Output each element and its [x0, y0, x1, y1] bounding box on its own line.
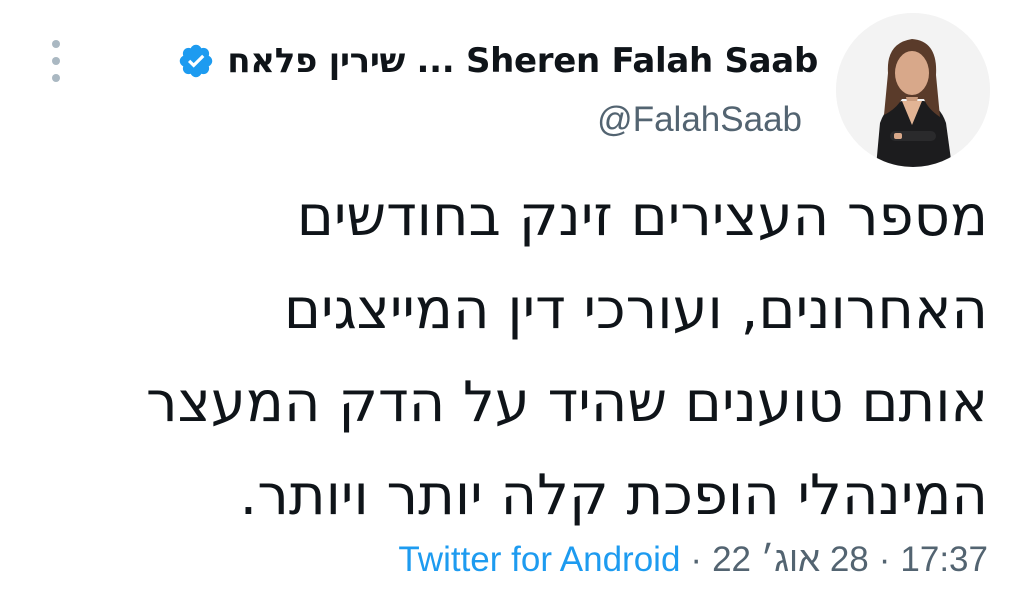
tweet-text: מספר העצירים זינק בחודשים האחרונים, ועור… — [88, 170, 988, 542]
tweet-text-line: המינהלי הופכת קלה יותר ויותר. — [239, 463, 988, 528]
author-name-row[interactable]: שירין פלאח ... Sheren Falah Saab — [177, 36, 818, 86]
avatar[interactable] — [836, 13, 990, 167]
verified-badge-icon — [179, 44, 213, 78]
avatar-photo-icon — [836, 13, 990, 167]
tweet-metadata: Twitter for Android · 28 אוג׳ 22 · 17:37 — [398, 535, 988, 585]
tweet-text-line: האחרונים, ועורכי דין המייצגים — [283, 277, 988, 342]
tweet-text-line: מספר העצירים זינק בחודשים — [296, 184, 988, 249]
dot — [52, 40, 60, 48]
more-options-icon[interactable] — [44, 40, 68, 82]
tweet-card: שירין פלאח ... Sheren Falah Saab @FalahS… — [0, 0, 1024, 603]
separator: · — [690, 540, 703, 579]
author-handle[interactable]: @FalahSaab — [597, 100, 802, 140]
tweet-time[interactable]: 17:37 — [900, 540, 988, 580]
author-display-name: שירין פלאח ... Sheren Falah Saab — [227, 41, 818, 81]
tweet-date[interactable]: 28 אוג׳ 22 — [712, 540, 869, 580]
tweet-text-line: אותם טוענים שהיד על הדק המעצר — [145, 370, 988, 435]
dot — [52, 74, 60, 82]
dot — [52, 57, 60, 65]
tweet-source-link[interactable]: Twitter for Android — [398, 540, 680, 580]
separator: · — [878, 540, 891, 579]
